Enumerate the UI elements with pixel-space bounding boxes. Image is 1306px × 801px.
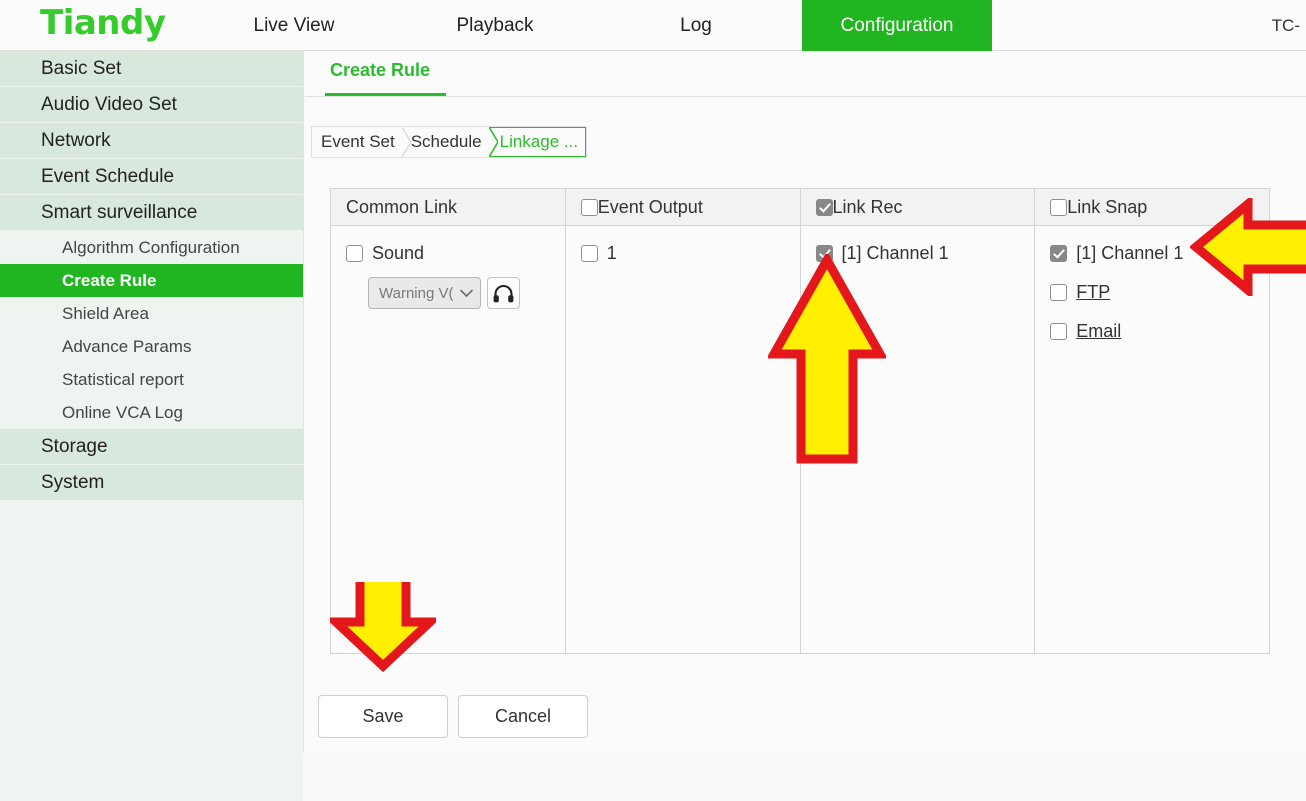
- nav-item-playback[interactable]: Playback: [419, 0, 571, 51]
- row-link-snap-ftp: FTP: [1050, 277, 1269, 307]
- step-schedule-label: Schedule: [410, 132, 482, 151]
- column-body-link-rec: [1] Channel 1: [801, 226, 1035, 653]
- save-button[interactable]: Save: [318, 695, 448, 738]
- column-header-common-link-label: Common Link: [346, 196, 458, 217]
- sidebar-item-storage[interactable]: Storage: [0, 429, 303, 465]
- row-link-snap-email: Email: [1050, 316, 1269, 346]
- checkbox-link-rec-channel-1[interactable]: [815, 244, 833, 262]
- link-ftp[interactable]: FTP: [1076, 282, 1110, 303]
- sidebar-item-advance-params[interactable]: Advance Params: [0, 330, 303, 363]
- sidebar-item-smart-surveillance[interactable]: Smart surveillance: [0, 195, 303, 231]
- chevron-right-icon: [488, 127, 498, 157]
- sidebar-item-network[interactable]: Network: [0, 123, 303, 159]
- column-header-link-rec-label: Link Rec: [832, 196, 903, 217]
- checkbox-link-snap-ftp[interactable]: [1050, 283, 1068, 301]
- sidebar-item-online-vca-log[interactable]: Online VCA Log: [0, 396, 303, 429]
- sidebar-item-shield-area[interactable]: Shield Area: [0, 297, 303, 330]
- checkbox-link-rec-all[interactable]: [815, 198, 833, 216]
- chevron-down-icon: [460, 289, 473, 297]
- sidebar-item-event-schedule[interactable]: Event Schedule: [0, 159, 303, 195]
- row-sound: Sound: [346, 238, 565, 268]
- checkbox-event-output-1[interactable]: [580, 244, 598, 262]
- nav-item-live-view[interactable]: Live View: [219, 0, 369, 51]
- column-body-link-snap: [1] Channel 1 FTP Email: [1035, 226, 1269, 653]
- checkbox-event-output-all[interactable]: [580, 198, 598, 216]
- brand-logo: Tiandy: [40, 3, 166, 43]
- column-link-rec: Link Rec [1] Channel 1: [800, 189, 1036, 653]
- cancel-button[interactable]: Cancel: [458, 695, 588, 738]
- chevron-right-icon: [401, 127, 411, 157]
- checkbox-link-snap-all[interactable]: [1050, 198, 1068, 216]
- headphones-icon: [493, 284, 514, 302]
- row-event-output-1: 1: [580, 238, 800, 268]
- content-tabbar: Create Rule: [305, 51, 1306, 97]
- sidebar-filler: [0, 501, 303, 801]
- column-header-link-rec: Link Rec: [800, 189, 1035, 226]
- sidebar-item-system[interactable]: System: [0, 465, 303, 501]
- step-schedule[interactable]: Schedule: [401, 127, 498, 157]
- link-email[interactable]: Email: [1076, 321, 1121, 342]
- column-header-event-output: Event Output: [565, 189, 800, 226]
- checkbox-link-snap-channel-1[interactable]: [1050, 244, 1068, 262]
- top-header: Tiandy Live View Playback Log Configurat…: [0, 0, 1306, 51]
- checkbox-sound[interactable]: [346, 244, 363, 262]
- breadcrumb-steps: Event Set Schedule Linkage ...: [311, 126, 588, 158]
- column-header-common-link: Common Link: [331, 189, 565, 226]
- sound-controls: Warning V(: [368, 277, 565, 309]
- sidebar-item-create-rule[interactable]: Create Rule: [0, 264, 303, 297]
- tab-create-rule[interactable]: Create Rule: [325, 60, 447, 96]
- label-event-output-1: 1: [606, 242, 617, 263]
- column-body-event-output: 1: [566, 226, 800, 653]
- sidebar-item-audio-video-set[interactable]: Audio Video Set: [0, 87, 303, 123]
- sound-select[interactable]: Warning V(: [368, 277, 481, 309]
- column-event-output: Event Output 1: [565, 189, 801, 653]
- sidebar-item-algorithm-configuration[interactable]: Algorithm Configuration: [0, 231, 303, 264]
- label-link-rec-channel-1: [1] Channel 1: [841, 242, 949, 263]
- nav-item-log[interactable]: Log: [622, 0, 770, 51]
- label-sound: Sound: [372, 242, 425, 263]
- column-body-common-link: Sound Warning V(: [331, 226, 565, 653]
- nav-item-configuration[interactable]: Configuration: [802, 0, 992, 51]
- linkage-table: Common Link Sound Warning V(Event Outpu…: [330, 188, 1270, 654]
- audition-button[interactable]: [487, 277, 520, 309]
- label-link-snap-channel-1: [1] Channel 1: [1076, 242, 1184, 263]
- device-model-label: TC-: [1271, 16, 1300, 35]
- column-common-link: Common Link Sound Warning V(: [331, 189, 566, 653]
- sidebar: Basic Set Audio Video Set Network Event …: [0, 51, 304, 801]
- sidebar-item-statistical-report[interactable]: Statistical report: [0, 363, 303, 396]
- sidebar-item-basic-set[interactable]: Basic Set: [0, 51, 303, 87]
- column-header-event-output-label: Event Output: [597, 196, 703, 217]
- checkbox-link-snap-email[interactable]: [1050, 322, 1068, 340]
- step-linkage[interactable]: Linkage ...: [488, 127, 587, 157]
- step-event-set[interactable]: Event Set: [312, 127, 411, 157]
- form-button-bar: Save Cancel: [318, 695, 588, 738]
- row-link-snap-channel-1: [1] Channel 1: [1050, 238, 1269, 268]
- row-link-rec-channel-1: [1] Channel 1: [815, 238, 1035, 268]
- sound-select-value: Warning V(: [379, 284, 453, 302]
- step-event-set-label: Event Set: [321, 132, 395, 151]
- column-link-snap: Link Snap [1] Channel 1 FTP Email: [1035, 189, 1269, 653]
- column-header-link-snap-label: Link Snap: [1067, 196, 1148, 217]
- step-linkage-label: Linkage ...: [499, 132, 579, 151]
- column-header-link-snap: Link Snap: [1035, 189, 1269, 226]
